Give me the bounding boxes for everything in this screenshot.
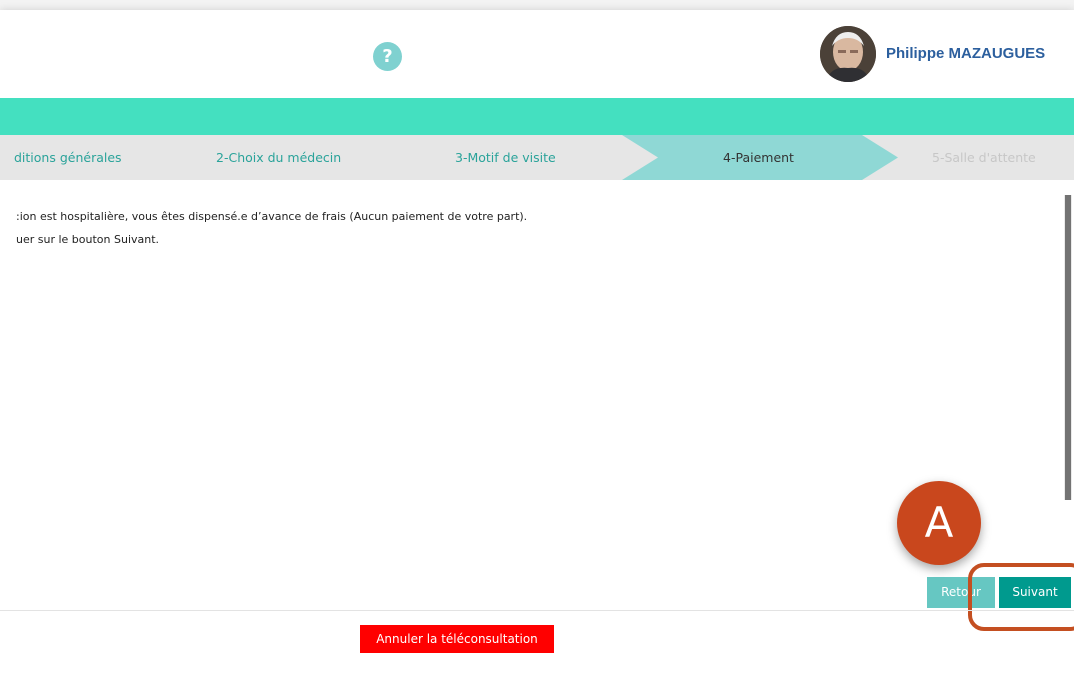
annotation-marker: A xyxy=(897,481,981,565)
help-icon[interactable]: ? xyxy=(373,42,402,71)
step-paiement: 4-Paiement xyxy=(723,150,794,165)
step-motif-visite[interactable]: 3-Motif de visite xyxy=(455,135,556,180)
footer-divider xyxy=(0,610,1074,611)
avatar-photo xyxy=(820,26,876,82)
user-name[interactable]: Philippe MAZAUGUES xyxy=(886,45,1045,62)
payment-message-line2: uer sur le bouton Suivant. xyxy=(16,233,160,246)
next-button-highlight xyxy=(968,563,1074,631)
payment-message-line1: :ion est hospitalière, vous êtes dispens… xyxy=(16,210,528,223)
scrollbar-thumb[interactable] xyxy=(1065,195,1071,500)
header: ? Philippe MAZAUGUES xyxy=(0,10,1074,99)
step-conditions[interactable]: ditions générales xyxy=(14,135,122,180)
teleconsultation-page: ? Philippe MAZAUGUES ditions générales 2… xyxy=(0,10,1074,691)
step-choix-medecin[interactable]: 2-Choix du médecin xyxy=(216,135,341,180)
step-salle-attente: 5-Salle d'attente xyxy=(932,150,1036,165)
avatar[interactable] xyxy=(820,26,876,82)
accent-bar xyxy=(0,98,1074,135)
progress-stepper: ditions générales 2-Choix du médecin 3-M… xyxy=(0,135,1074,180)
cancel-teleconsultation-button[interactable]: Annuler la téléconsultation xyxy=(360,625,554,653)
